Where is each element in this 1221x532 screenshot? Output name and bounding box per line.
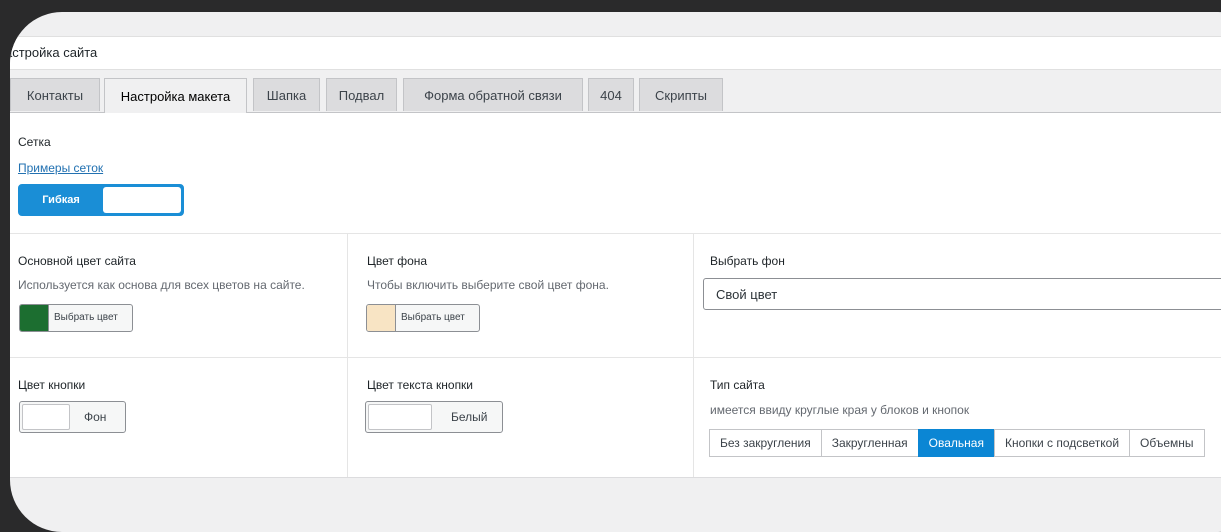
bg-select-label: Выбрать фон <box>710 254 785 268</box>
site-type-option-rounded[interactable]: Закругленная <box>820 429 919 457</box>
tab-contacts[interactable]: Контакты <box>10 78 100 111</box>
settings-header: астройка сайта <box>10 36 1221 70</box>
site-type-segmented-control: Без закругления Закругленная Овальная Кн… <box>709 429 1205 457</box>
grid-toggle[interactable]: Гибкая <box>18 184 184 216</box>
tab-404[interactable]: 404 <box>588 78 634 111</box>
button-text-color-swatch <box>368 404 432 430</box>
main-color-label: Основной цвет сайта <box>18 254 136 268</box>
site-type-option-volumetric[interactable]: Объемны <box>1129 429 1205 457</box>
button-color-value: Фон <box>84 410 107 424</box>
tab-feedback-form[interactable]: Форма обратной связи <box>403 78 583 111</box>
site-type-description: имеется ввиду круглые края у блоков и кн… <box>710 403 970 417</box>
divider <box>10 357 1221 358</box>
grid-toggle-off-part[interactable] <box>103 187 181 213</box>
bg-color-swatch <box>367 305 396 331</box>
tab-header[interactable]: Шапка <box>253 78 320 111</box>
button-text-color-value: Белый <box>451 410 488 424</box>
main-color-picker-button[interactable]: Выбрать цвет <box>19 304 133 332</box>
divider <box>10 233 1221 234</box>
tab-footer[interactable]: Подвал <box>326 78 397 111</box>
grid-toggle-on-label: Гибкая <box>42 194 80 206</box>
button-color-swatch <box>22 404 70 430</box>
bg-color-description: Чтобы включить выберите свой цвет фона. <box>367 278 609 292</box>
layout-settings-panel: Сетка Примеры сеток Гибкая Основной цвет… <box>10 113 1221 478</box>
site-type-option-oval[interactable]: Овальная <box>917 429 995 457</box>
button-color-switch[interactable]: Фон <box>19 401 126 433</box>
site-type-option-highlight-buttons[interactable]: Кнопки с подсветкой <box>993 429 1131 457</box>
tab-layout-settings[interactable]: Настройка макета <box>104 78 247 113</box>
bg-select[interactable]: Свой цвет <box>703 278 1221 310</box>
bg-color-label: Цвет фона <box>367 254 428 268</box>
bg-color-picker-label: Выбрать цвет <box>401 312 465 323</box>
grid-examples-link[interactable]: Примеры сеток <box>18 161 103 175</box>
button-text-color-label: Цвет текста кнопки <box>367 378 474 392</box>
main-color-swatch <box>20 305 49 331</box>
bg-color-picker-button[interactable]: Выбрать цвет <box>366 304 480 332</box>
divider <box>347 234 348 477</box>
divider <box>693 234 694 477</box>
button-text-color-switch[interactable]: Белый <box>365 401 503 433</box>
main-color-picker-label: Выбрать цвет <box>54 312 118 323</box>
grid-label: Сетка <box>18 135 51 149</box>
settings-window: астройка сайта Контакты Настройка макета… <box>10 12 1221 532</box>
site-type-label: Тип сайта <box>710 378 765 392</box>
button-color-label: Цвет кнопки <box>18 378 86 392</box>
tab-bar: Контакты Настройка макета Шапка Подвал Ф… <box>10 75 1221 113</box>
tab-scripts[interactable]: Скрипты <box>639 78 723 111</box>
bg-select-value: Свой цвет <box>716 287 778 302</box>
page-title: астройка сайта <box>10 45 98 60</box>
main-color-description: Используется как основа для всех цветов … <box>18 278 305 292</box>
site-type-option-no-rounding[interactable]: Без закругления <box>709 429 822 457</box>
